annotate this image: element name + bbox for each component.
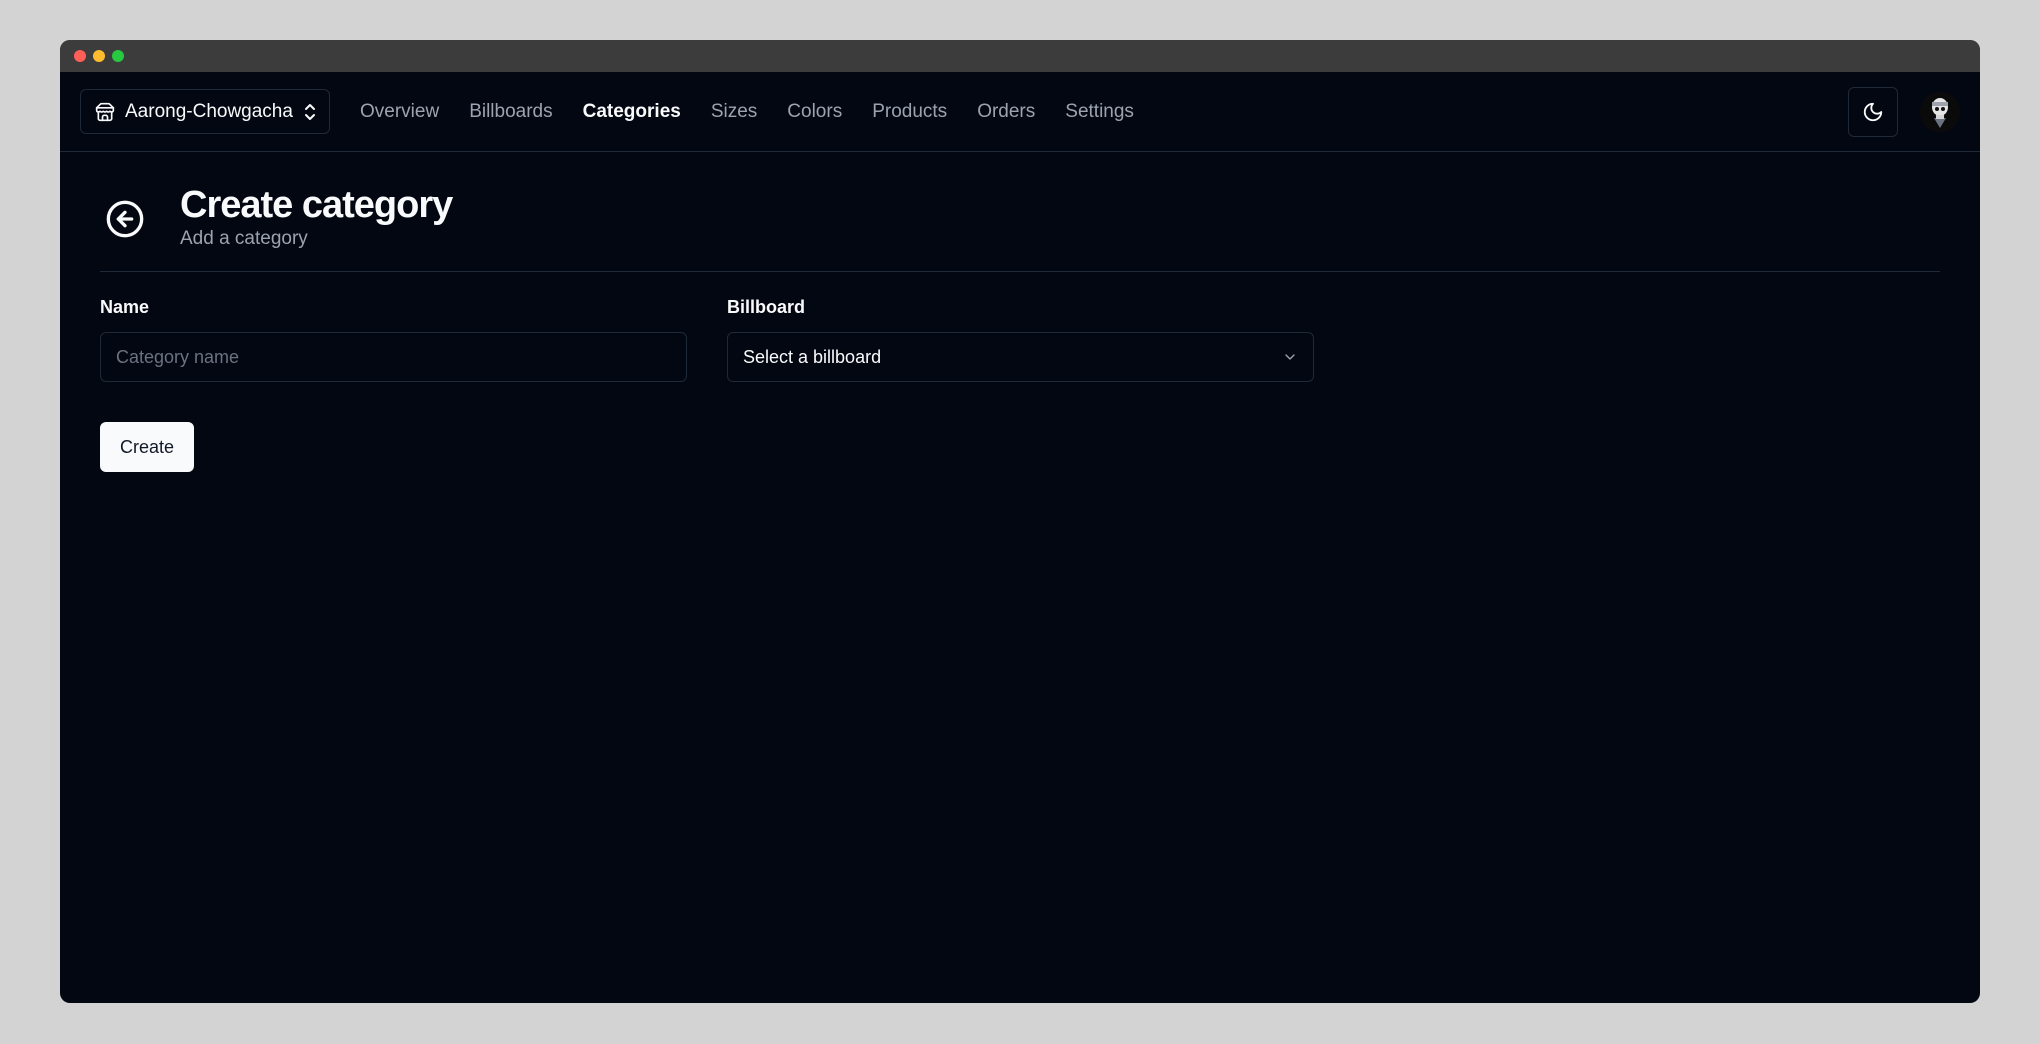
name-label: Name — [100, 297, 150, 317]
billboard-label: Billboard — [727, 297, 806, 317]
page-heading: Create category Add a category — [100, 152, 1940, 272]
maximize-window-button[interactable] — [112, 50, 124, 62]
nav-link-categories[interactable]: Categories — [583, 101, 681, 123]
store-switcher[interactable]: Aarong-Chowgacha — [80, 89, 330, 134]
nav-link-billboards[interactable]: Billboards — [469, 101, 552, 123]
close-window-button[interactable] — [74, 50, 86, 62]
top-navbar: Aarong-Chowgacha Overview Billboards Cat… — [60, 72, 1980, 152]
nav-link-colors[interactable]: Colors — [787, 101, 842, 123]
nav-link-sizes[interactable]: Sizes — [711, 101, 757, 123]
page-subtitle: Add a category — [180, 228, 308, 249]
store-name: Aarong-Chowgacha — [125, 100, 293, 122]
browser-window: Aarong-Chowgacha Overview Billboards Cat… — [60, 40, 1980, 1003]
minimize-window-button[interactable] — [93, 50, 105, 62]
heading-text: Create category Add a category — [180, 182, 453, 250]
nav-link-orders[interactable]: Orders — [977, 101, 1035, 123]
theme-toggle-button[interactable] — [1848, 87, 1898, 137]
window-titlebar — [60, 40, 1980, 72]
avatar-image-icon — [1920, 92, 1960, 132]
billboard-select-value: Select a billboard — [743, 346, 882, 367]
navbar-actions — [1848, 87, 1960, 137]
arrow-left-circle-icon — [106, 200, 144, 238]
main-nav: Overview Billboards Categories Sizes Col… — [360, 101, 1134, 123]
name-field: Name — [100, 297, 687, 382]
nav-link-settings[interactable]: Settings — [1065, 101, 1134, 123]
store-icon — [95, 102, 115, 121]
nav-link-products[interactable]: Products — [872, 101, 947, 123]
back-button[interactable] — [100, 194, 150, 244]
form-fields: Name Billboard Select a billboard — [100, 297, 1940, 382]
user-avatar[interactable] — [1920, 92, 1960, 132]
nav-link-overview[interactable]: Overview — [360, 101, 439, 123]
chevron-down-icon — [1285, 354, 1295, 360]
billboard-select[interactable]: Select a billboard — [727, 332, 1314, 382]
create-category-form: Name Billboard Select a billboard Create — [100, 272, 1940, 472]
main-content: Create category Add a category Name Bill… — [60, 152, 1980, 472]
name-input[interactable] — [100, 332, 687, 382]
billboard-field: Billboard Select a billboard — [727, 297, 1314, 382]
moon-icon — [1863, 102, 1883, 122]
chevron-up-down-icon — [304, 103, 315, 120]
page-title: Create category — [180, 184, 453, 226]
create-button[interactable]: Create — [100, 422, 195, 472]
